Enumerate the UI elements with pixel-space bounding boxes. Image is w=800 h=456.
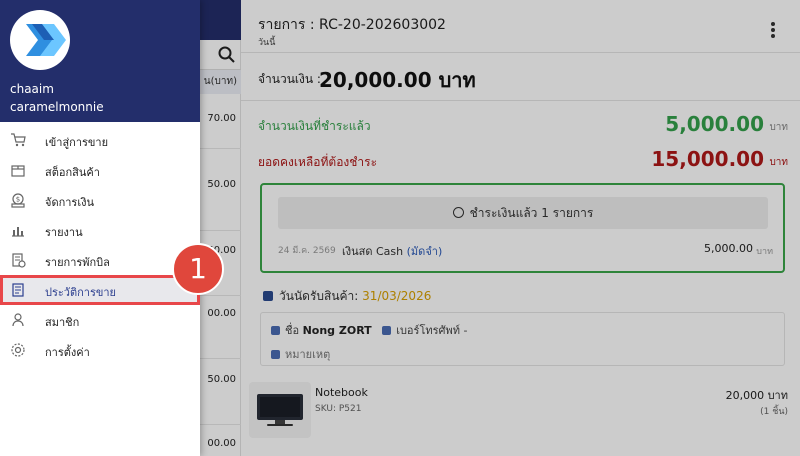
person-icon — [12, 313, 24, 327]
step-badge: 1 — [172, 243, 224, 295]
svg-text:$: $ — [16, 196, 20, 204]
side-drawer: chaaim caramelmonnie เข้าสู่การขาย สต็อก… — [0, 0, 200, 456]
sidebar-item-held-bills[interactable]: รายการพักบิล — [0, 245, 200, 275]
sidebar-item-settings[interactable]: การตั้งค่า — [0, 335, 200, 365]
drawer-header: chaaim caramelmonnie — [0, 0, 200, 122]
sidebar-item-stock[interactable]: สต็อกสินค้า — [0, 155, 200, 185]
sidebar-item-label: รายการพักบิล — [45, 256, 110, 269]
bill-icon — [12, 253, 26, 268]
highlight-box — [0, 275, 200, 305]
sidebar-item-label: การตั้งค่า — [45, 346, 90, 359]
sidebar-item-label: สมาชิก — [45, 316, 80, 329]
app-logo — [10, 10, 70, 70]
sidebar-item-report[interactable]: รายงาน — [0, 215, 200, 245]
gear-icon — [11, 343, 25, 357]
cart-icon — [11, 133, 26, 147]
box-icon — [11, 165, 25, 177]
money-icon: $ — [11, 193, 25, 208]
sidebar-item-label: จัดการเงิน — [45, 196, 94, 209]
chart-icon — [12, 227, 24, 237]
sidebar-item-members[interactable]: สมาชิก — [0, 305, 200, 335]
shop-name: caramelmonnie — [10, 100, 104, 114]
sidebar-item-money[interactable]: $ จัดการเงิน — [0, 185, 200, 215]
sidebar-item-label: สต็อกสินค้า — [45, 166, 100, 179]
user-name: chaaim — [10, 82, 54, 96]
zort-logo-icon — [26, 24, 66, 56]
sidebar-item-label: รายงาน — [45, 226, 83, 239]
sidebar-item-label: เข้าสู่การขาย — [45, 136, 109, 149]
sidebar-item-sell[interactable]: เข้าสู่การขาย — [0, 125, 200, 155]
